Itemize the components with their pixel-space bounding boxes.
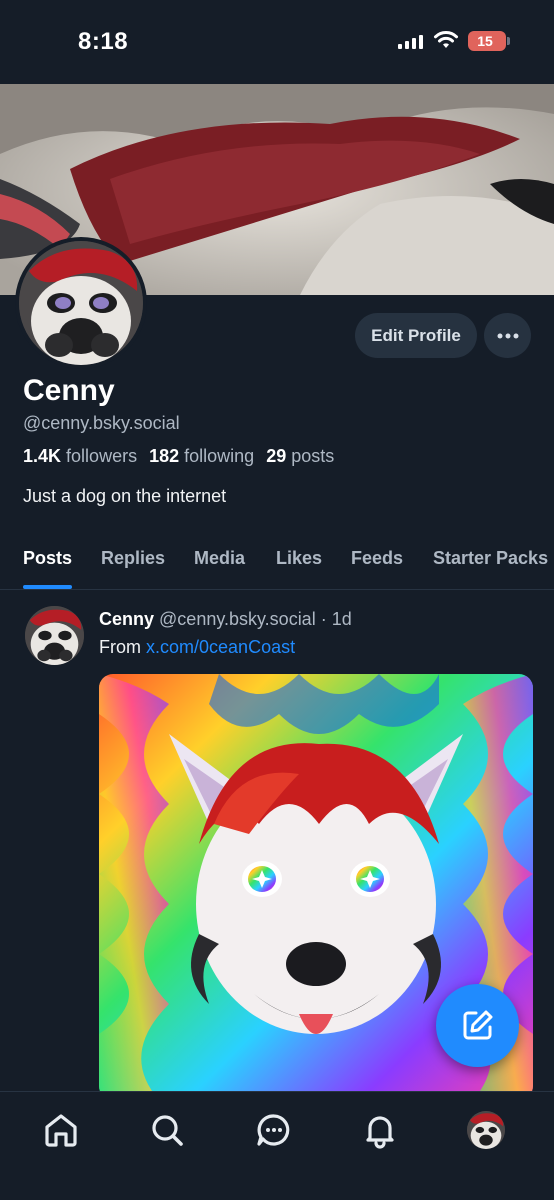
battery-icon: 15 [468,31,506,51]
post-time[interactable]: 1d [332,609,352,629]
more-icon [497,333,519,339]
following-label: following [184,446,255,466]
avatar-image [19,241,143,365]
bottom-navigation [0,1091,554,1200]
battery-cap [507,37,510,45]
wifi-icon [434,31,458,48]
active-tab-indicator [23,585,72,589]
profile-avatar[interactable] [15,237,147,369]
following-count: 182 [149,446,180,466]
search-icon[interactable] [147,1110,187,1150]
post-header: Cenny @cenny.bsky.social · 1d [99,609,352,630]
more-options-button[interactable] [484,313,531,358]
tab-posts[interactable]: Posts [23,548,72,569]
profile-tabs: Posts Replies Media Likes Feeds Starter … [0,536,554,590]
display-name: Cenny [23,374,115,407]
post-author-avatar[interactable] [25,606,84,665]
post-author-handle[interactable]: @cenny.bsky.social [159,609,316,629]
post-author-name[interactable]: Cenny [99,609,154,629]
following-link[interactable]: 182 following [149,446,254,466]
posts-count: 29 [266,446,287,466]
compose-icon [463,1010,493,1040]
posts-label: posts [291,446,335,466]
home-icon[interactable] [41,1110,81,1150]
profile-stats: 1.4K followers 182 following 29 posts [23,446,334,467]
tab-replies[interactable]: Replies [101,548,165,569]
post-text-prefix: From [99,637,141,657]
tab-starter-packs[interactable]: Starter Packs [433,548,548,569]
battery-level: 15 [477,33,493,49]
tab-media[interactable]: Media [194,548,245,569]
followers-count: 1.4K [23,446,62,466]
profile-handle: @cenny.bsky.social [23,413,180,433]
followers-link[interactable]: 1.4K followers [23,446,137,466]
followers-label: followers [66,446,138,466]
post-text: From x.com/0ceanCoast [99,637,295,658]
profile-avatar[interactable] [467,1111,505,1149]
chat-icon[interactable] [254,1110,294,1150]
signal-icon [398,35,424,49]
tab-likes[interactable]: Likes [276,548,322,569]
bell-icon[interactable] [360,1110,400,1150]
post-link[interactable]: x.com/0ceanCoast [146,637,295,657]
status-time: 8:18 [78,28,129,55]
edit-profile-button[interactable]: Edit Profile [355,313,477,358]
status-bar: 8:18 15 [0,0,554,84]
profile-bio: Just a dog on the internet [23,486,227,506]
compose-button[interactable] [436,984,519,1067]
post-separator: · [320,609,327,629]
tab-feeds[interactable]: Feeds [351,548,403,569]
